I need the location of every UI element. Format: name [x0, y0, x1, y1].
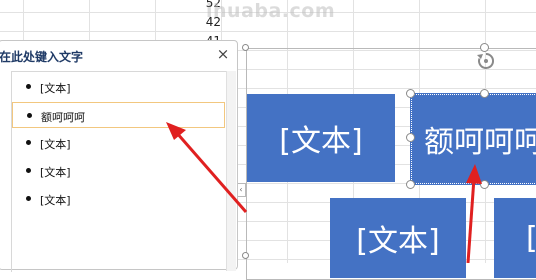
rotate-icon[interactable] — [475, 50, 497, 72]
selection-handle[interactable] — [480, 89, 489, 98]
bullet-icon — [26, 196, 31, 201]
shape-label: [文本] — [356, 224, 440, 259]
selection-handle[interactable] — [406, 89, 415, 98]
bullet-icon — [26, 84, 31, 89]
selection-handle[interactable] — [406, 133, 415, 142]
selection-handle[interactable] — [406, 180, 415, 189]
watermark: ihuaba.com — [206, 0, 336, 22]
list-item[interactable]: [文本] — [12, 74, 225, 100]
smartart-shape[interactable]: [文本] — [330, 198, 466, 278]
list-item-active[interactable]: 额呵呵呵 — [12, 102, 225, 128]
list-item[interactable]: [文本] — [12, 158, 225, 184]
canvas-resize-handle[interactable] — [242, 252, 249, 259]
close-icon[interactable]: × — [215, 46, 231, 62]
text-pane-header: 在此处键入文字 × — [0, 41, 237, 69]
bullet-icon — [26, 140, 31, 145]
text-pane-scrollbar[interactable] — [226, 71, 236, 271]
list-item-text: [文本] — [40, 194, 71, 207]
bullet-icon — [27, 113, 32, 118]
shape-label: 额呵呵呵 — [424, 125, 536, 160]
list-item-text: [文本] — [40, 138, 71, 151]
list-item-text: [文本] — [40, 82, 71, 95]
shape-label: [ — [526, 221, 536, 256]
canvas-resize-handle[interactable] — [242, 44, 249, 51]
list-item[interactable]: [文本] — [12, 186, 225, 212]
text-pane-list: [文本] 额呵呵呵 [文本] [文本] [文本] — [11, 71, 227, 272]
text-pane-title: 在此处键入文字 — [0, 50, 84, 64]
smartart-text-pane: 在此处键入文字 × [文本] 额呵呵呵 [文本] [文本] [文本] — [0, 40, 238, 272]
shape-label: [文本] — [279, 124, 363, 159]
smartart-shape-selected[interactable]: 额呵呵呵 — [410, 93, 536, 185]
smartart-shape[interactable]: [文本] — [247, 94, 395, 182]
list-item-text: 额呵呵呵 — [41, 111, 85, 124]
list-item-text: [文本] — [40, 166, 71, 179]
list-item[interactable]: [文本] — [12, 130, 225, 156]
selection-handle[interactable] — [480, 180, 489, 189]
bullet-icon — [26, 168, 31, 173]
smartart-shape[interactable]: [ — [494, 198, 536, 278]
